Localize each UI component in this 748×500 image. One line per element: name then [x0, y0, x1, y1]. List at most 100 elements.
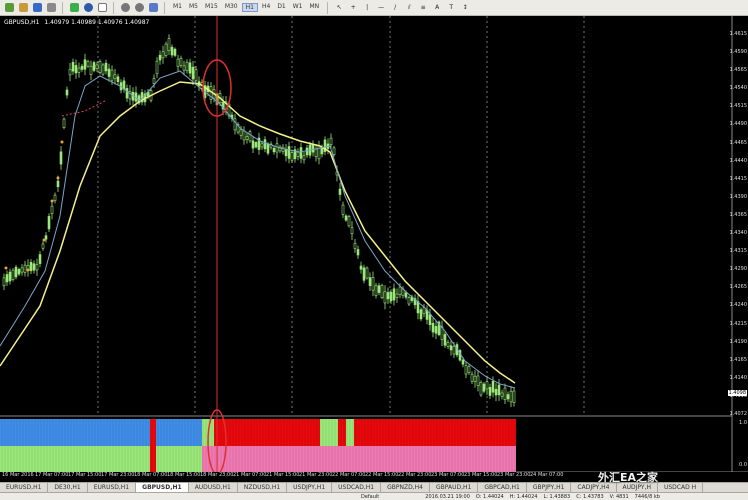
toolbar-divider	[62, 1, 63, 14]
moving-average-blue	[0, 70, 516, 389]
candlestick	[233, 114, 237, 135]
candle-body	[83, 59, 87, 70]
horizontal-line-icon[interactable]: —	[375, 2, 387, 14]
auto-trading-icon[interactable]	[82, 2, 94, 14]
candlestick	[446, 339, 450, 349]
chart-tab[interactable]: AUDUSD,H1	[189, 482, 238, 493]
candle-body	[350, 227, 354, 234]
candlestick	[395, 288, 399, 303]
candlestick	[8, 268, 12, 285]
candlestick	[368, 272, 372, 291]
price-axis[interactable]: 1.4615 1.4590 1.4565 1.4540 1.4515 1.4490 1.44…	[727, 16, 748, 417]
candle-body	[32, 263, 36, 271]
candle-body	[404, 292, 408, 298]
candle-body	[359, 265, 363, 270]
indicator-tick-label: 0.0	[739, 462, 747, 468]
candle-body	[302, 155, 306, 161]
candle-body	[245, 136, 249, 140]
candlestick	[422, 303, 426, 318]
timeframe-button[interactable]: D1	[274, 3, 288, 12]
chart-tab[interactable]: GBPNZD,H4	[381, 482, 430, 493]
candle-body	[332, 147, 336, 155]
indicator-tick-label: 1.0	[739, 420, 747, 426]
candlestick	[380, 283, 384, 300]
candlestick	[125, 84, 129, 103]
candlestick	[98, 59, 102, 75]
chart-type-icon[interactable]	[96, 2, 108, 14]
candle-body	[50, 205, 54, 214]
candle-body	[503, 387, 507, 400]
candlestick	[338, 182, 342, 201]
timeframe-button[interactable]: M15	[202, 3, 221, 12]
timeframe-button[interactable]: W1	[290, 3, 306, 12]
chart-tab[interactable]: GBPUSD,H1	[136, 482, 189, 493]
candlestick	[317, 140, 321, 165]
candle-body	[194, 69, 198, 82]
candle-body	[260, 143, 264, 148]
candle-body	[125, 88, 129, 99]
chart-tab[interactable]: EURUSD,H1	[0, 482, 49, 493]
timeframe-button[interactable]: H1	[241, 3, 258, 12]
candle-body	[251, 140, 255, 149]
profiles-icon[interactable]	[17, 2, 29, 14]
candle-body	[407, 297, 411, 305]
status-profile: Default	[361, 493, 380, 500]
chart-tab[interactable]: GBPAUD,H1	[430, 482, 479, 493]
candlestick	[434, 320, 438, 340]
indicator-bar-upper	[354, 419, 516, 446]
candle-body	[449, 345, 453, 351]
time-tick-label: 17 Mar 15:00	[68, 472, 102, 478]
zoom-out-icon[interactable]	[133, 2, 145, 14]
data-window-icon[interactable]	[45, 2, 57, 14]
candlestick	[92, 60, 96, 73]
chart-tab[interactable]: DE30,H1	[48, 482, 88, 493]
label-icon[interactable]: T	[445, 2, 457, 14]
trendline-icon[interactable]: /	[389, 2, 401, 14]
zoom-in-icon[interactable]	[119, 2, 131, 14]
text-icon[interactable]: A	[431, 2, 443, 14]
candle-body	[152, 78, 156, 84]
chart-tab[interactable]: GBPJPY,H1	[527, 482, 572, 493]
chart-tab[interactable]: USDCAD,H1	[332, 482, 382, 493]
status-bar: Default 2016.03.21 19:00 O: 1.44024 H: 1…	[0, 492, 748, 500]
candlestick	[248, 129, 252, 143]
timeframe-button[interactable]: M5	[186, 3, 201, 12]
arrows-icon[interactable]: ↕	[459, 2, 471, 14]
timeframe-bar: M1 M5 M15 M30 H1 H4 D1 W1 MN	[170, 3, 322, 12]
fibonacci-icon[interactable]: ≡	[417, 2, 429, 14]
market-watch-icon[interactable]	[31, 2, 43, 14]
candle-body	[500, 392, 504, 397]
timeframe-button[interactable]: M1	[170, 3, 185, 12]
chart-tab[interactable]: GBPCAD,H1	[478, 482, 527, 493]
candlestick	[116, 73, 120, 85]
cursor-icon[interactable]: ↖	[333, 2, 345, 14]
channel-icon[interactable]: ⫽	[403, 2, 415, 14]
timeframe-button[interactable]: M30	[222, 3, 241, 12]
candlestick	[164, 41, 168, 58]
crosshair-icon[interactable]: +	[347, 2, 359, 14]
candle-body	[272, 147, 276, 153]
candle-body	[431, 322, 435, 333]
chart-tab[interactable]: USDJPY,H1	[287, 482, 333, 493]
timeframe-button[interactable]: MN	[307, 3, 323, 12]
candlestick	[128, 84, 132, 106]
candle-body	[164, 43, 168, 56]
price-chart[interactable]	[0, 16, 748, 472]
symbol-label: GBPUSD,H1	[4, 19, 40, 26]
candlestick	[59, 146, 63, 170]
price-tick-label: 1.4515	[729, 103, 748, 110]
new-chart-icon[interactable]	[3, 2, 15, 14]
candlestick	[485, 375, 489, 396]
candle-body	[356, 249, 360, 256]
chart-tab[interactable]: EURUSD,H1	[88, 482, 137, 493]
chart-tab[interactable]: USDCAD H	[658, 482, 704, 493]
tile-windows-icon[interactable]	[147, 2, 159, 14]
timeframe-button[interactable]: H4	[259, 3, 273, 12]
candle-body	[380, 284, 384, 298]
vertical-line-icon[interactable]: |	[361, 2, 373, 14]
new-order-icon[interactable]	[68, 2, 80, 14]
candle-body	[509, 390, 513, 403]
candle-body	[248, 131, 252, 142]
chart-tab[interactable]: NZDUSD,H1	[238, 482, 288, 493]
candle-body	[161, 51, 165, 59]
